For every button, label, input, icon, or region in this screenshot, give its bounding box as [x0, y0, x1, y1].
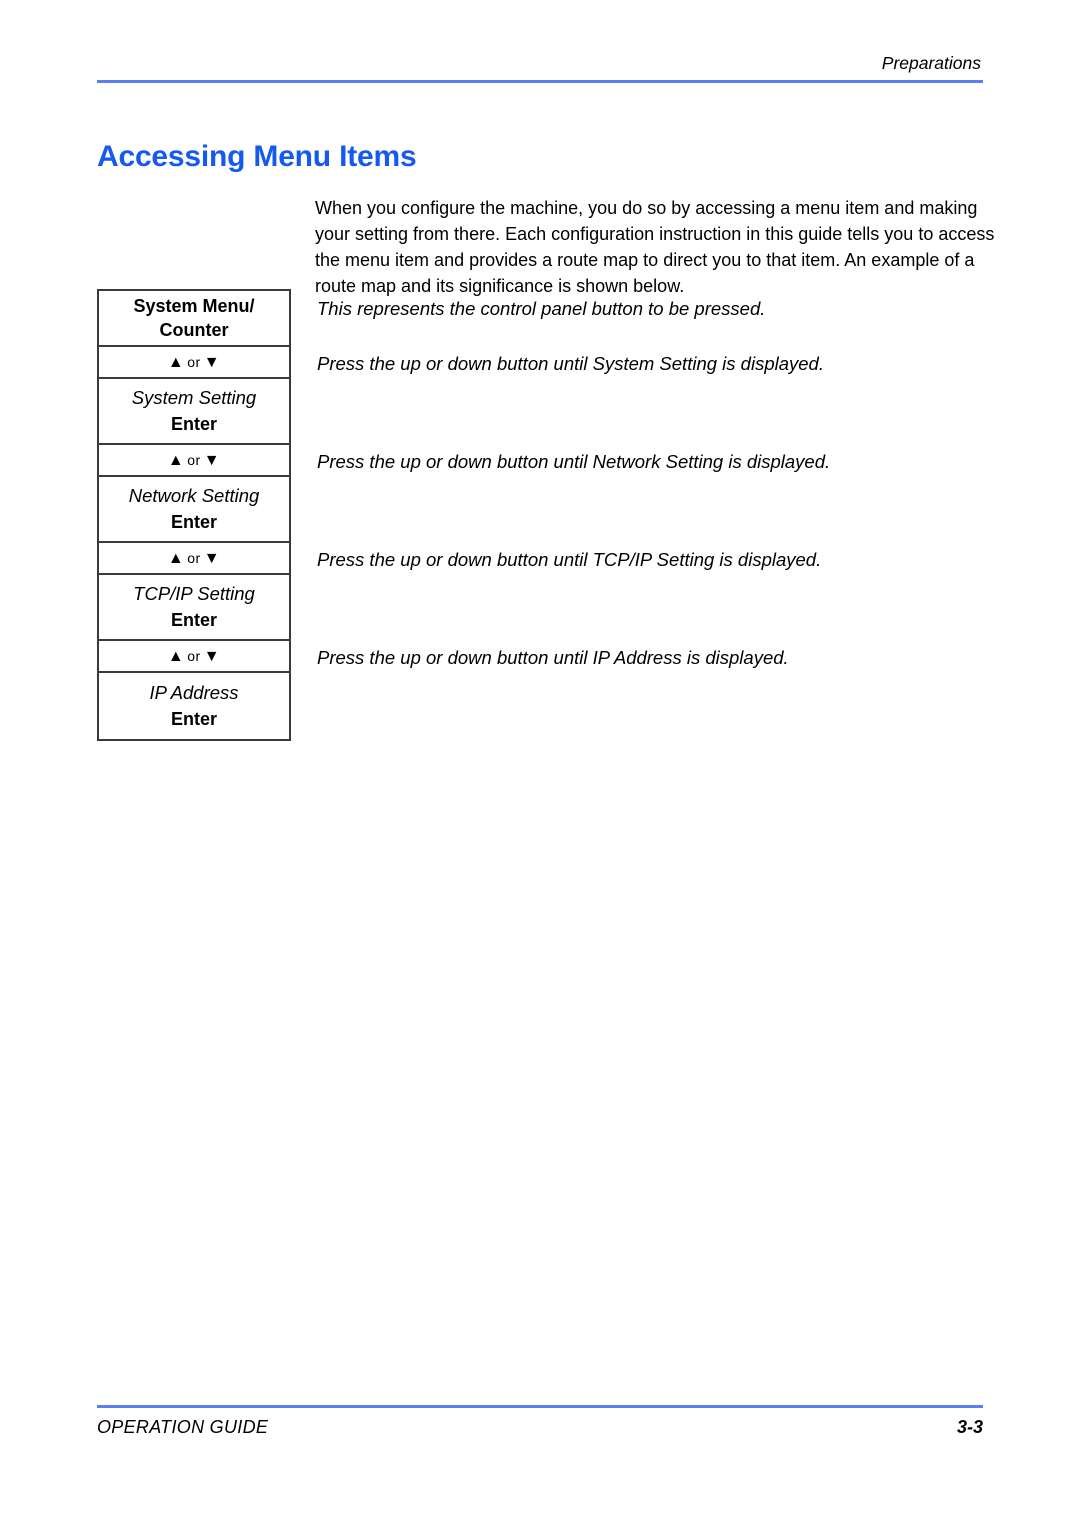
footer-rule: [97, 1405, 983, 1408]
down-arrow-icon: ▼: [203, 451, 221, 469]
down-arrow-icon: ▼: [203, 647, 221, 665]
header-section-label: Preparations: [881, 53, 981, 73]
menu-item-name-system-setting: System Setting: [131, 387, 257, 408]
menu-item-name-ip-address: IP Address: [149, 682, 239, 703]
footer-guide-label: OPERATION GUIDE: [97, 1417, 269, 1437]
enter-key-label-3: Enter: [170, 610, 217, 630]
or-label-4: or: [187, 647, 201, 664]
route-row-tcpip-setting: TCP/IP Setting Enter: [99, 575, 289, 641]
description-network-setting: Press the up or down button until Networ…: [317, 451, 831, 472]
arrow-pair-1: ▲ or ▼: [168, 353, 220, 372]
description-ip-address: Press the up or down button until IP Add…: [317, 647, 789, 668]
up-arrow-icon: ▲: [167, 353, 185, 371]
up-arrow-icon: ▲: [167, 549, 185, 567]
or-label-2: or: [187, 451, 201, 468]
button-label-line-1: System Menu/: [133, 296, 255, 316]
route-row-arrow-3: ▲ or ▼: [99, 543, 289, 575]
route-row-ip-address: IP Address Enter: [99, 673, 289, 739]
button-label-line-2: Counter: [159, 320, 229, 340]
enter-key-label-4: Enter: [170, 709, 217, 729]
intro-paragraph: When you configure the machine, you do s…: [315, 198, 995, 296]
enter-key-label-2: Enter: [170, 512, 217, 532]
down-arrow-icon: ▼: [203, 353, 221, 371]
or-label-3: or: [187, 549, 201, 566]
down-arrow-icon: ▼: [203, 549, 221, 567]
route-row-arrow-4: ▲ or ▼: [99, 641, 289, 673]
route-row-arrow-1: ▲ or ▼: [99, 347, 289, 379]
menu-item-name-network-setting: Network Setting: [128, 485, 260, 506]
page-footer: OPERATION GUIDE 3-3: [97, 1405, 983, 1438]
document-page: Preparations Accessing Menu Items When y…: [0, 0, 1080, 1528]
footer-page-number: 3-3: [956, 1417, 983, 1437]
page-header: Preparations: [97, 52, 983, 83]
or-label-1: or: [187, 353, 201, 370]
route-row-arrow-2: ▲ or ▼: [99, 445, 289, 477]
description-system-setting: Press the up or down button until System…: [317, 353, 824, 374]
header-rule: [97, 80, 983, 83]
route-map-table: System Menu/ Counter ▲ or ▼ System Setting…: [97, 289, 291, 741]
menu-item-name-tcpip-setting: TCP/IP Setting: [133, 583, 255, 604]
arrow-pair-3: ▲ or ▼: [168, 549, 220, 568]
route-row-system-setting: System Setting Enter: [99, 379, 289, 445]
page-title: Accessing Menu Items: [97, 140, 417, 174]
arrow-pair-2: ▲ or ▼: [168, 451, 220, 470]
route-row-system-menu-counter: System Menu/ Counter: [99, 291, 289, 347]
up-arrow-icon: ▲: [167, 647, 185, 665]
up-arrow-icon: ▲: [167, 451, 185, 469]
description-tcpip-setting: Press the up or down button until TCP/IP…: [317, 549, 822, 570]
route-row-network-setting: Network Setting Enter: [99, 477, 289, 543]
enter-key-label-1: Enter: [170, 414, 217, 434]
arrow-pair-4: ▲ or ▼: [168, 647, 220, 666]
description-control-panel-button: This represents the control panel button…: [317, 298, 766, 319]
footer-row: OPERATION GUIDE 3-3: [97, 1417, 983, 1438]
